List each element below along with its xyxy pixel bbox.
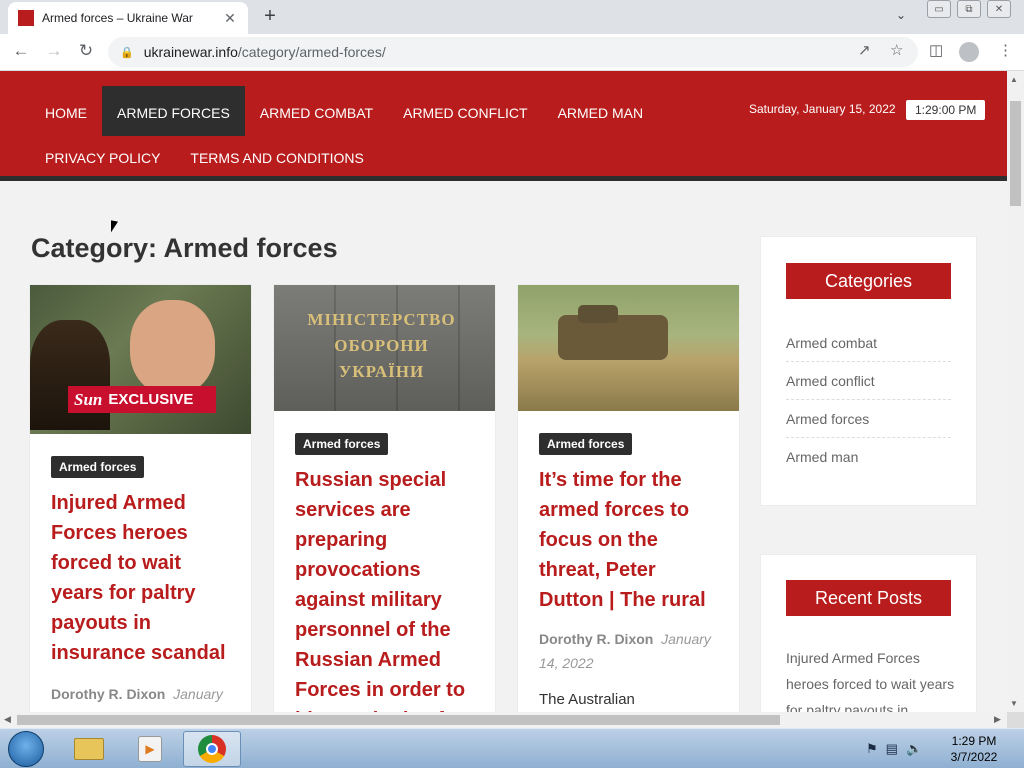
main-nav: HOME ARMED FORCES ARMED COMBAT ARMED CON… [30, 86, 730, 181]
scroll-down-arrow-icon[interactable]: ▼ [1010, 699, 1018, 708]
post-image[interactable]: Sun EXCLUSIVE [30, 285, 251, 434]
back-arrow-icon[interactable]: ← [10, 41, 32, 61]
tab-close-icon[interactable]: ✕ [222, 10, 238, 27]
post-meta: Dorothy R. Dixon January 14, 2022 [51, 682, 230, 712]
media-player-taskbar-button[interactable]: ▶ [121, 731, 179, 767]
tab-search-chevron-icon[interactable]: ⌄ [896, 8, 906, 22]
side-panel-icon[interactable]: ◫ [929, 41, 943, 59]
exclusive-banner: Sun EXCLUSIVE [68, 386, 216, 413]
restore-button[interactable]: ⧉ [957, 0, 981, 18]
system-tray: ⚑ ▤ 🔈 [866, 741, 922, 757]
dog-figure [30, 320, 110, 430]
taskbar-clock[interactable]: 1:29 PM 3/7/2022 [944, 733, 1004, 765]
browser-tab[interactable]: Armed forces – Ukraine War ✕ [8, 2, 248, 34]
post-card: Armed forces It’s time for the armed for… [517, 284, 740, 712]
mouse-cursor-icon [111, 220, 118, 234]
sun-logo: Sun [74, 389, 103, 409]
site-header: HOME ARMED FORCES ARMED COMBAT ARMED CON… [0, 71, 1007, 181]
lock-icon[interactable]: 🔒 [120, 46, 134, 59]
post-image[interactable]: МІНІСТЕРСТВО ОБОРОНИ УКРАЇНИ [274, 285, 495, 411]
url-host: ukrainewar.info [143, 44, 238, 60]
post-author[interactable]: Dorothy R. Dixon [539, 631, 653, 647]
exclusive-label: EXCLUSIVE [108, 391, 194, 408]
nav-privacy-policy[interactable]: PRIVACY POLICY [30, 131, 175, 181]
start-button[interactable] [8, 731, 44, 767]
post-card: Sun EXCLUSIVE Armed forces Injured Armed… [29, 284, 252, 712]
vertical-scroll-thumb[interactable] [1010, 101, 1021, 206]
minimize-button[interactable]: ▭ [927, 0, 951, 18]
tank-turret [578, 305, 618, 323]
site-favicon-icon [18, 10, 34, 26]
tab-strip: Armed forces – Ukraine War ✕ + ⌄ ▭ ⧉ ✕ [0, 0, 1024, 34]
categories-widget: Categories Armed combat Armed conflict A… [760, 236, 977, 506]
nav-armed-combat[interactable]: ARMED COMBAT [245, 86, 388, 136]
new-tab-button[interactable]: + [259, 5, 281, 28]
category-link[interactable]: Armed man [786, 438, 951, 476]
man-face [130, 300, 215, 395]
post-card: МІНІСТЕРСТВО ОБОРОНИ УКРАЇНИ Armed force… [273, 284, 496, 712]
category-link[interactable]: Armed combat [786, 324, 951, 362]
post-excerpt: The Australian [539, 691, 635, 708]
nav-armed-forces[interactable]: ARMED FORCES [102, 86, 245, 136]
post-category-badge[interactable]: Armed forces [51, 456, 145, 478]
widget-title: Recent Posts [786, 580, 951, 616]
address-bar[interactable]: 🔒 ukrainewar.info/category/armed-forces/ [108, 37, 918, 67]
reload-icon[interactable]: ↻ [75, 41, 97, 61]
post-meta: Dorothy R. Dixon January 14, 2022 [539, 627, 718, 675]
browser-menu-icon[interactable]: ⋮ [998, 41, 1013, 59]
post-author[interactable]: Dorothy R. Dixon [51, 686, 165, 702]
chrome-taskbar-button[interactable] [183, 731, 241, 767]
profile-avatar[interactable] [959, 42, 979, 62]
horizontal-scroll-thumb[interactable] [17, 715, 780, 725]
nav-armed-conflict[interactable]: ARMED CONFLICT [388, 86, 542, 136]
recent-posts-widget: Recent Posts Injured Armed Forces heroes… [760, 554, 977, 712]
widget-title: Categories [786, 263, 951, 299]
scroll-up-arrow-icon[interactable]: ▲ [1010, 75, 1018, 84]
volume-icon[interactable]: 🔈 [906, 741, 922, 757]
bookmark-star-icon[interactable]: ☆ [890, 41, 903, 59]
url-path: /category/armed-forces/ [237, 44, 386, 60]
taskbar: ▶ ⚑ ▤ 🔈 1:29 PM 3/7/2022 [0, 728, 1024, 768]
post-image[interactable] [518, 285, 739, 411]
post-category-badge[interactable]: Armed forces [539, 433, 633, 455]
nav-terms-conditions[interactable]: TERMS AND CONDITIONS [175, 131, 378, 181]
media-player-icon: ▶ [138, 736, 162, 762]
vertical-scrollbar[interactable]: ▲ ▼ [1007, 71, 1024, 712]
clock-date: 3/7/2022 [950, 750, 998, 764]
scrollbar-corner [1007, 712, 1024, 728]
post-title[interactable]: Injured Armed Forces heroes forced to wa… [51, 488, 230, 668]
post-category-badge[interactable]: Armed forces [295, 433, 389, 455]
post-title[interactable]: It’s time for the armed forces to focus … [539, 465, 718, 615]
scroll-right-arrow-icon[interactable]: ▶ [994, 714, 1001, 725]
window-controls: ▭ ⧉ ✕ [927, 0, 1017, 18]
page-viewport: HOME ARMED FORCES ARMED COMBAT ARMED CON… [0, 71, 1007, 712]
categories-list: Armed combat Armed conflict Armed forces… [786, 324, 951, 476]
clock-time: 1:29 PM [951, 734, 997, 748]
folder-icon [74, 738, 104, 760]
recent-post-link[interactable]: Injured Armed Forces heroes forced to wa… [786, 645, 956, 712]
close-window-button[interactable]: ✕ [987, 0, 1011, 18]
tab-title: Armed forces – Ukraine War [42, 11, 193, 25]
ministry-sign-text: МІНІСТЕРСТВО ОБОРОНИ УКРАЇНИ [307, 310, 456, 381]
browser-toolbar: ← → ↻ 🔒 ukrainewar.info/category/armed-f… [0, 34, 1024, 71]
action-center-flag-icon[interactable]: ⚑ [866, 741, 878, 757]
category-link[interactable]: Armed conflict [786, 362, 951, 400]
url-text[interactable]: ukrainewar.info/category/armed-forces/ [144, 44, 386, 60]
page-title: Category: Armed forces [31, 233, 338, 263]
post-title[interactable]: Russian special services are preparing p… [295, 465, 474, 712]
horizontal-scrollbar[interactable]: ◀ ▶ [0, 712, 1007, 728]
nav-armed-man[interactable]: ARMED MAN [543, 86, 659, 136]
chrome-icon [198, 735, 226, 763]
nav-home[interactable]: HOME [30, 86, 102, 136]
header-time: 1:29:00 PM [906, 100, 986, 120]
network-icon[interactable]: ▤ [886, 741, 898, 757]
category-link[interactable]: Armed forces [786, 400, 951, 438]
scroll-left-arrow-icon[interactable]: ◀ [4, 714, 11, 725]
forward-arrow-icon[interactable]: → [43, 41, 65, 61]
explorer-taskbar-button[interactable] [60, 731, 118, 767]
share-icon[interactable]: ↗ [858, 41, 871, 59]
header-date: Saturday, January 15, 2022 [749, 102, 896, 116]
